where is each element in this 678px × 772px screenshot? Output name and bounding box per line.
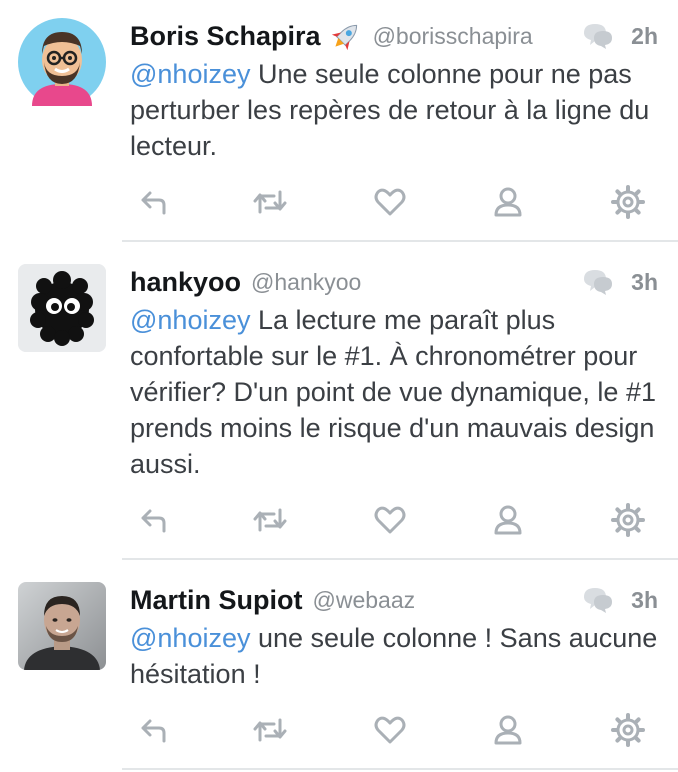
retweet-icon[interactable] (250, 500, 290, 540)
retweet-icon[interactable] (250, 182, 290, 222)
reply-icon[interactable] (134, 710, 174, 750)
author-handle[interactable]: @borisschapira (373, 23, 533, 50)
avatar[interactable] (18, 264, 106, 352)
author-handle[interactable]: @webaaz (312, 587, 415, 614)
divider (122, 768, 678, 770)
gear-icon[interactable] (608, 710, 648, 750)
author-name[interactable]: Martin Supiot (130, 585, 302, 616)
avatar[interactable] (18, 18, 106, 106)
author-name[interactable]: hankyoo (130, 267, 241, 298)
retweet-icon[interactable] (250, 710, 290, 750)
tweet-actions (130, 500, 650, 540)
author-handle[interactable]: @hankyoo (251, 269, 361, 296)
conversation-icon (581, 21, 615, 51)
conversation-icon (581, 585, 615, 615)
tweet-text: @nhoizey une seule colonne ! Sans aucune… (130, 620, 660, 692)
heart-icon[interactable] (370, 182, 410, 222)
timestamp[interactable]: 3h (631, 587, 658, 614)
timestamp[interactable]: 3h (631, 269, 658, 296)
user-icon[interactable] (488, 710, 528, 750)
tweet-text: @nhoizey La lecture me paraît plus confo… (130, 302, 660, 482)
rocket-emoji (329, 19, 363, 53)
tweet-text: @nhoizey Une seule colonne pour ne pas p… (130, 56, 660, 164)
timestamp[interactable]: 2h (631, 23, 658, 50)
conversation-icon (581, 267, 615, 297)
mention-link[interactable]: @nhoizey (130, 623, 250, 653)
gear-icon[interactable] (608, 182, 648, 222)
mention-link[interactable]: @nhoizey (130, 305, 250, 335)
avatar[interactable] (18, 582, 106, 670)
divider (122, 240, 678, 242)
mention-link[interactable]: @nhoizey (130, 59, 250, 89)
heart-icon[interactable] (370, 500, 410, 540)
gear-icon[interactable] (608, 500, 648, 540)
heart-icon[interactable] (370, 710, 410, 750)
divider (122, 558, 678, 560)
reply-icon[interactable] (134, 182, 174, 222)
tweet-actions (130, 710, 650, 750)
reply-icon[interactable] (134, 500, 174, 540)
user-icon[interactable] (488, 182, 528, 222)
author-name[interactable]: Boris Schapira (130, 21, 321, 52)
user-icon[interactable] (488, 500, 528, 540)
tweet-actions (130, 182, 650, 222)
